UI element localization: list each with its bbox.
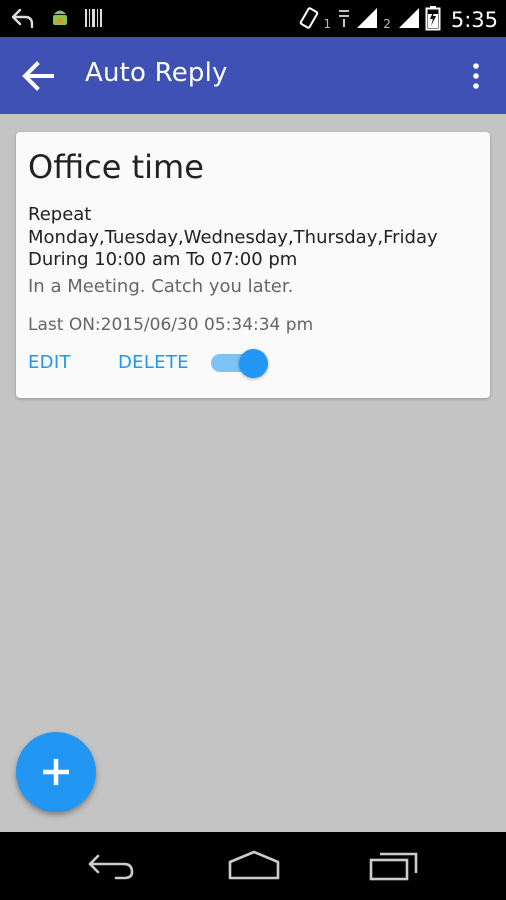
rule-enabled-toggle[interactable]: [211, 347, 269, 379]
battery-charging-icon: [425, 5, 441, 35]
reply-notification-icon: [10, 6, 36, 34]
repeat-days: Monday,Tuesday,Wednesday,Thursday,Friday: [28, 227, 438, 248]
signal-sim2-icon: [397, 6, 421, 34]
during-time: During 10:00 am To 07:00 pm: [28, 249, 298, 270]
add-rule-button[interactable]: [16, 732, 96, 812]
toggle-thumb: [239, 349, 268, 378]
nav-home-icon: [228, 850, 280, 880]
nav-back-button[interactable]: [86, 848, 136, 886]
barcode-notification-icon: [84, 7, 104, 33]
nav-recent-apps-button[interactable]: [368, 848, 420, 886]
reply-message: In a Meeting. Catch you later.: [28, 276, 294, 297]
screen: 1 2 5:35 Auto Reply Office time Repeat M…: [0, 0, 506, 900]
more-vert-icon: [473, 63, 479, 89]
nav-back-icon: [88, 854, 134, 880]
arrow-left-icon: [22, 61, 54, 91]
status-bar: 1 2 5:35: [0, 0, 506, 37]
signal-sim1-icon: [355, 6, 379, 34]
navigation-bar: [0, 832, 506, 900]
plus-icon: [43, 759, 69, 785]
auto-reply-rule-card: Office time Repeat Monday,Tuesday,Wednes…: [16, 132, 490, 398]
delete-button[interactable]: DELETE: [118, 352, 189, 373]
vibrate-icon: [298, 5, 320, 35]
data-activity-icon: [337, 7, 351, 33]
repeat-label: Repeat: [28, 204, 92, 225]
overflow-menu-button[interactable]: [464, 61, 488, 91]
nav-home-button[interactable]: [226, 848, 282, 886]
edit-button[interactable]: EDIT: [28, 352, 71, 373]
back-button[interactable]: [18, 57, 58, 97]
android-notification-icon: [50, 7, 70, 33]
nav-recent-apps-icon: [369, 852, 418, 881]
app-bar: Auto Reply: [0, 37, 506, 114]
page-title: Auto Reply: [85, 58, 228, 88]
last-on-timestamp: Last ON:2015/06/30 05:34:34 pm: [28, 315, 314, 335]
sim2-label: 2: [383, 17, 391, 31]
sim1-label: 1: [323, 17, 332, 31]
status-clock: 5:35: [450, 8, 498, 32]
rule-title: Office time: [28, 148, 204, 186]
